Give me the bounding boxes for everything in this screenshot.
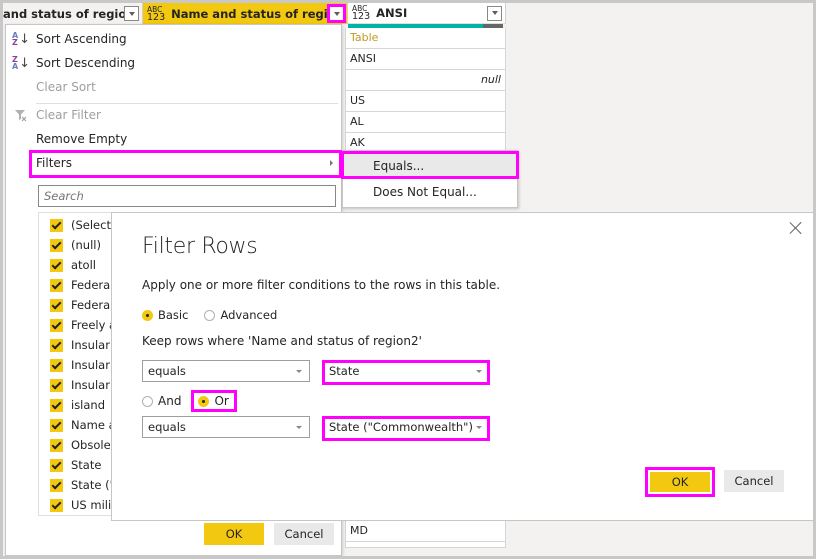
or-highlight: Or <box>191 390 237 412</box>
filter-value-label: State <box>71 458 102 472</box>
menu-item-filters[interactable]: Filters <box>6 151 341 175</box>
checkbox-checked[interactable] <box>50 338 63 352</box>
dialog-description: Apply one or more filter conditions to t… <box>142 278 501 292</box>
filter-value-label: atoll <box>71 258 96 272</box>
menu-item-clear-filter[interactable]: Clear Filter <box>6 103 341 127</box>
radio-basic-label[interactable]: Basic <box>158 308 188 322</box>
menu-item-label: Remove Empty <box>36 132 128 146</box>
checkbox-checked[interactable] <box>50 258 63 272</box>
condition1-value-select[interactable]: State <box>322 360 490 385</box>
filter-mode-group: Basic Advanced <box>142 308 293 322</box>
checkbox-checked[interactable] <box>50 378 63 392</box>
filter-value-label: island <box>71 398 106 412</box>
sort-ascending-icon: A Z ↓ <box>11 31 31 47</box>
dialog-ok-label: OK <box>650 472 710 492</box>
table-cell[interactable]: ANSI <box>345 49 506 70</box>
ansi-column-cells: Table ANSI null US AL AK <box>345 28 506 154</box>
column-header-status-of-region[interactable]: and status of region <box>3 3 143 24</box>
column-header-ansi[interactable]: ABC 123 ANSI <box>348 3 506 24</box>
condition2-operator-select[interactable]: equals <box>142 416 310 438</box>
table-cell[interactable]: US <box>345 91 506 112</box>
checkbox-checked[interactable] <box>50 238 63 252</box>
filter-value-label: (null) <box>71 238 101 252</box>
logic-group: And Or <box>142 390 237 412</box>
column-filter-dropdown-button[interactable] <box>124 6 139 21</box>
clear-filter-icon <box>15 110 27 122</box>
menu-cancel-button[interactable]: Cancel <box>274 523 334 545</box>
condition1-operator-select[interactable]: equals <box>142 360 310 382</box>
menu-item-clear-sort[interactable]: Clear Sort <box>6 75 341 99</box>
checkbox-checked[interactable] <box>50 298 63 312</box>
checkbox-checked[interactable] <box>50 498 63 512</box>
dialog-title: Filter Rows <box>142 234 258 259</box>
radio-or[interactable] <box>198 395 210 407</box>
filter-search-input[interactable] <box>38 185 336 207</box>
checkbox-checked[interactable] <box>50 278 63 292</box>
checkbox-checked[interactable] <box>50 358 63 372</box>
condition2-value-select[interactable]: State ("Commonwealth") <box>322 416 490 441</box>
radio-or-label[interactable]: Or <box>214 394 228 408</box>
checkbox-checked[interactable] <box>50 478 63 492</box>
keep-rows-label: Keep rows where 'Name and status of regi… <box>142 334 422 348</box>
submenu-item-does-not-equal[interactable]: Does Not Equal... <box>343 179 517 205</box>
column-header-label: Name and status of region2 <box>171 6 329 21</box>
column-header-label: and status of region <box>3 6 124 21</box>
submenu-arrow-icon <box>330 160 333 166</box>
radio-advanced-label[interactable]: Advanced <box>220 308 277 322</box>
radio-and-label[interactable]: And <box>158 394 181 408</box>
table-cell[interactable]: MD <box>345 521 506 542</box>
column-filter-dropdown-button[interactable] <box>327 4 346 23</box>
checkbox-checked[interactable] <box>50 318 63 332</box>
radio-advanced[interactable] <box>204 309 216 321</box>
menu-item-sort-descending[interactable]: Z A ↓ Sort Descending <box>6 51 341 75</box>
menu-item-label: Clear Filter <box>36 108 101 122</box>
menu-item-label: Clear Sort <box>36 80 96 94</box>
checkbox-checked[interactable] <box>50 438 63 452</box>
filter-rows-dialog: Filter Rows Apply one or more filter con… <box>111 212 813 521</box>
table-cell[interactable]: AL <box>345 112 506 133</box>
radio-and[interactable] <box>142 395 153 407</box>
power-query-editor: and status of region ABC 123 Name and sta… <box>3 3 813 556</box>
column-header-label: ANSI <box>376 6 408 20</box>
filters-submenu: Equals... Does Not Equal... <box>341 150 519 208</box>
table-cell-null[interactable]: null <box>345 70 506 91</box>
column-filter-dropdown-button[interactable] <box>487 5 502 21</box>
checkbox-checked[interactable] <box>50 458 63 472</box>
sort-descending-icon: Z A ↓ <box>11 55 31 71</box>
menu-item-sort-ascending[interactable]: A Z ↓ Sort Ascending <box>6 27 341 51</box>
table-cell[interactable] <box>345 542 506 548</box>
checkbox-checked[interactable] <box>50 398 63 412</box>
checkbox-checked[interactable] <box>50 418 63 432</box>
menu-item-label: Filters <box>36 156 72 170</box>
radio-basic[interactable] <box>142 309 153 321</box>
type-any-icon[interactable]: ABC 123 <box>147 5 165 22</box>
menu-item-label: Sort Descending <box>36 56 136 70</box>
menu-item-label: Sort Ascending <box>36 32 127 46</box>
dialog-ok-button[interactable]: OK <box>645 467 715 497</box>
column-header-name-and-status-of-region2[interactable]: ABC123 Name and status of region2 <box>143 3 348 24</box>
type-any-icon[interactable]: ABC 123 <box>352 5 370 22</box>
table-cell[interactable]: Table <box>345 28 506 49</box>
menu-item-remove-empty[interactable]: Remove Empty <box>6 127 341 151</box>
menu-ok-button[interactable]: OK <box>204 523 264 545</box>
submenu-item-equals[interactable]: Equals... <box>343 153 517 179</box>
menu-separator <box>36 177 338 178</box>
close-icon[interactable] <box>789 221 803 235</box>
checkbox-checked[interactable] <box>50 218 63 232</box>
dialog-cancel-button[interactable]: Cancel <box>724 470 784 492</box>
